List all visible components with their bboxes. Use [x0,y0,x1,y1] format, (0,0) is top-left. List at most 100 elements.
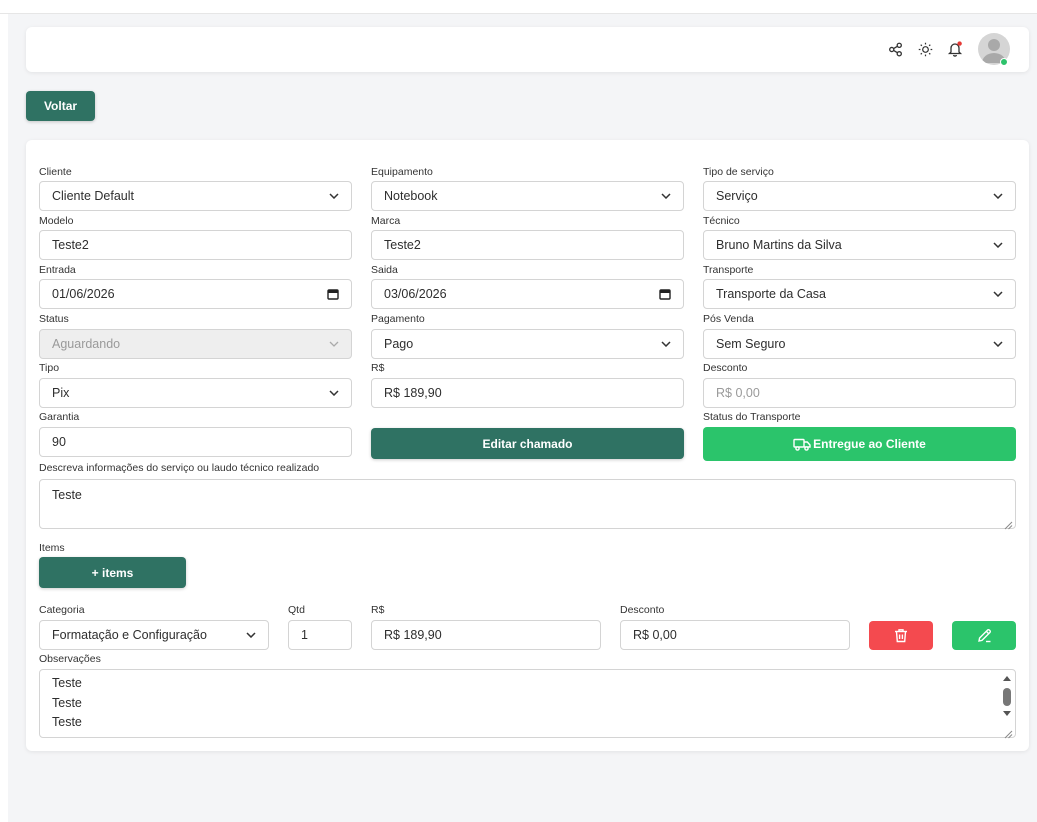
add-items-button[interactable]: + items [39,557,186,588]
item-desconto-input[interactable]: R$ 0,00 [620,620,850,650]
observacoes-scrollbar[interactable] [1000,671,1014,724]
saida-value: 03/06/2026 [384,287,447,301]
status-label: Status [39,313,69,325]
truck-icon [793,438,811,451]
chevron-down-icon [246,630,256,640]
chevron-down-icon [661,191,671,201]
chevron-down-icon [993,240,1003,250]
saida-date-input[interactable]: 03/06/2026 [371,279,684,309]
marca-value: Teste2 [384,238,421,252]
pagamento-label: Pagamento [371,313,425,325]
cliente-label: Cliente [39,166,72,178]
descricao-label: Descreva informações do serviço ou laudo… [39,462,320,474]
garantia-input[interactable]: 90 [39,427,352,457]
chevron-down-icon [329,339,339,349]
tipo-servico-value: Serviço [716,189,758,203]
marca-label: Marca [371,215,401,227]
item-qtd-value: 1 [301,628,308,642]
item-desconto-label: Desconto [620,604,665,616]
tipo-select[interactable]: Pix [39,378,352,408]
chevron-down-icon [329,191,339,201]
observacoes-label: Observações [39,653,101,665]
entrada-label: Entrada [39,264,76,276]
desconto-input[interactable]: R$ 0,00 [703,378,1016,408]
resize-handle-icon[interactable] [1004,517,1013,530]
pos-venda-label: Pós Venda [703,313,754,325]
status-value: Aguardando [52,337,121,351]
status-transporte-label: Status do Transporte [703,411,801,423]
pos-venda-select[interactable]: Sem Seguro [703,329,1016,359]
item-categoria-label: Categoria [39,604,85,616]
share-icon[interactable] [886,40,904,58]
entrada-value: 01/06/2026 [52,287,115,301]
saida-label: Saida [371,264,398,276]
valor-value: R$ 189,90 [384,386,442,400]
item-valor-input[interactable]: R$ 189,90 [371,620,601,650]
calendar-icon[interactable] [327,288,339,300]
descricao-textarea[interactable]: Teste [39,479,1016,530]
transporte-value: Transporte da Casa [716,287,827,301]
top-edge [0,0,1037,14]
delivered-to-client-button[interactable]: Entregue ao Cliente [703,427,1016,461]
observacoes-line: Teste [52,715,82,729]
online-status-dot [1000,58,1008,66]
cliente-value: Cliente Default [52,189,134,203]
item-desconto-value: R$ 0,00 [633,628,677,642]
resize-handle-icon[interactable] [1004,726,1013,739]
tipo-servico-select[interactable]: Serviço [703,181,1016,211]
pagamento-value: Pago [384,337,414,351]
tecnico-select[interactable]: Bruno Martins da Silva [703,230,1016,260]
valor-input[interactable]: R$ 189,90 [371,378,684,408]
calendar-icon[interactable] [659,288,671,300]
edit-ticket-button[interactable]: Editar chamado [371,428,684,459]
observacoes-line: Teste [52,676,82,690]
item-qtd-input[interactable]: 1 [288,620,352,650]
pos-venda-value: Sem Seguro [716,337,786,351]
sun-icon[interactable] [916,40,934,58]
delivered-to-client-label: Entregue ao Cliente [813,437,926,451]
valor-label: R$ [371,362,385,374]
modelo-label: Modelo [39,215,74,227]
items-label: Items [39,542,65,554]
back-button[interactable]: Voltar [26,91,95,121]
chevron-down-icon [661,339,671,349]
equipamento-label: Equipamento [371,166,433,178]
tipo-label: Tipo [39,362,60,374]
chevron-down-icon [993,191,1003,201]
entrada-date-input[interactable]: 01/06/2026 [39,279,352,309]
chevron-down-icon [993,289,1003,299]
tipo-servico-label: Tipo de serviço [703,166,774,178]
item-valor-label: R$ [371,604,385,616]
chevron-down-icon [993,339,1003,349]
garantia-label: Garantia [39,411,80,423]
item-categoria-select[interactable]: Formatação e Configuração [39,620,269,650]
observacoes-textarea[interactable]: Teste Teste Teste [39,669,1016,739]
status-select: Aguardando [39,329,352,359]
descricao-value: Teste [52,488,82,502]
cliente-select[interactable]: Cliente Default [39,181,352,211]
transporte-select[interactable]: Transporte da Casa [703,279,1016,309]
delete-item-button[interactable] [869,621,933,650]
equipamento-select[interactable]: Notebook [371,181,684,211]
marca-input[interactable]: Teste2 [371,230,684,260]
top-navbar [26,27,1029,72]
trash-icon [894,628,908,643]
tecnico-label: Técnico [703,215,740,227]
desconto-label: Desconto [703,362,748,374]
pencil-icon [977,628,992,643]
garantia-value: 90 [52,435,66,449]
observacoes-line: Teste [52,695,82,710]
equipamento-value: Notebook [384,189,438,203]
tecnico-value: Bruno Martins da Silva [716,238,842,252]
desconto-placeholder: R$ 0,00 [716,386,760,400]
modelo-input[interactable]: Teste2 [39,230,352,260]
transporte-label: Transporte [703,264,754,276]
edit-item-button[interactable] [952,621,1016,650]
pagamento-select[interactable]: Pago [371,329,684,359]
tipo-value: Pix [52,386,70,400]
bell-icon[interactable] [946,40,964,58]
item-valor-value: R$ 189,90 [384,628,442,642]
modelo-value: Teste2 [52,238,89,252]
item-qtd-label: Qtd [288,604,305,616]
chevron-down-icon [329,388,339,398]
